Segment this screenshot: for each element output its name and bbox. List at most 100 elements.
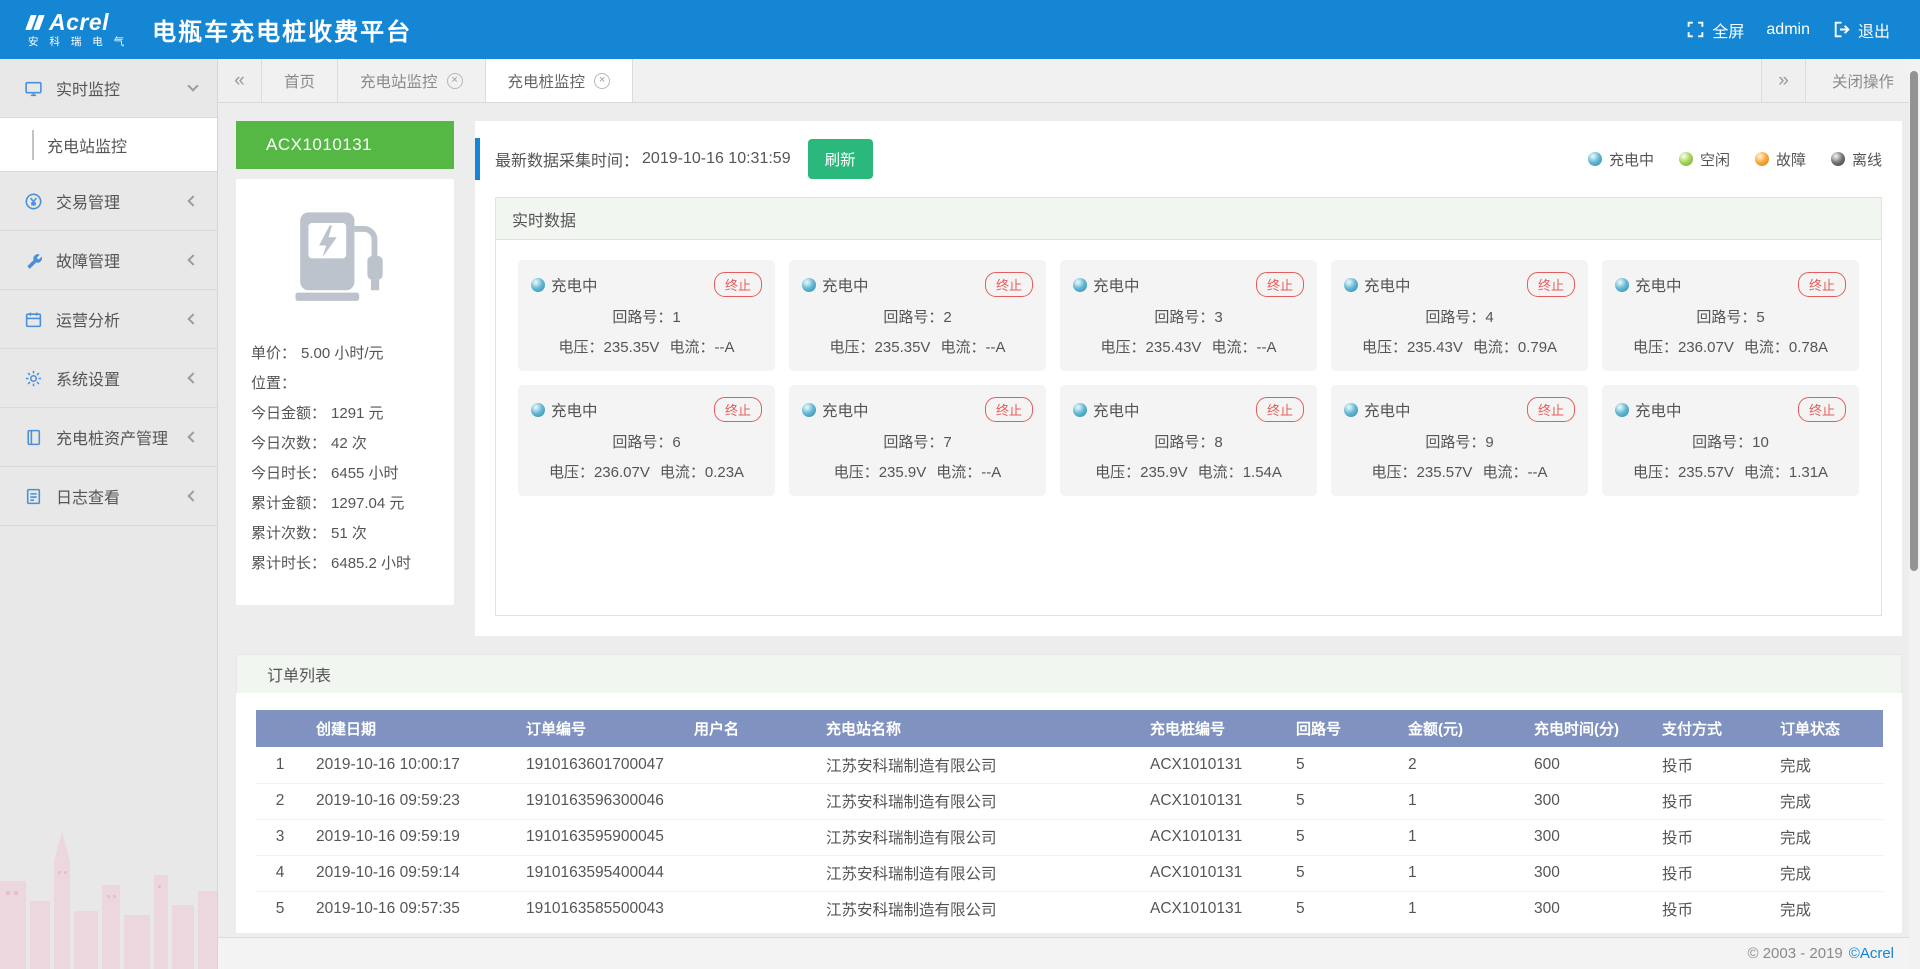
tab-close-icon[interactable]: ×	[447, 73, 463, 89]
tabs-scroll-left-button[interactable]: «	[218, 59, 262, 102]
stat-total-duration: 累计时长：6485.2 小时	[251, 549, 439, 579]
terminate-button[interactable]: 终止	[1256, 397, 1304, 422]
chevron-left-icon	[187, 195, 198, 206]
page-title: 电瓶车充电桩收费平台	[152, 12, 412, 47]
realtime-data-title: 实时数据	[496, 198, 1881, 240]
stat-total-amount: 累计金额：1297.04 元	[251, 489, 439, 519]
settings-icon	[24, 369, 43, 388]
close-operations-button[interactable]: 关闭操作	[1805, 59, 1920, 102]
content-area: ACX1010131	[218, 103, 1920, 969]
accent-bar	[475, 138, 480, 180]
col-user: 用户名	[682, 710, 814, 747]
sidebar-item-fault-management[interactable]: 故障管理	[0, 231, 217, 290]
col-station: 充电站名称	[814, 710, 1138, 747]
channel-card-1: 充电中 终止 回路号：1 电压：235.35V电流：--A	[518, 260, 775, 371]
acrel-logo: Acrel 安 科 瑞 电 气	[28, 11, 128, 48]
refresh-button[interactable]: 刷新	[808, 139, 873, 179]
legend-charging: 充电中	[1588, 149, 1654, 170]
username[interactable]: admin	[1766, 21, 1810, 39]
tab-station-monitor[interactable]: 充电站监控 ×	[338, 59, 486, 102]
tab-pile-monitor[interactable]: 充电桩监控 ×	[486, 59, 634, 102]
sidebar-item-pile-asset-management[interactable]: 充电桩资产管理	[0, 408, 217, 467]
tab-home[interactable]: 首页	[262, 59, 338, 102]
asset-icon	[24, 428, 43, 447]
logo-text: Acrel	[49, 11, 109, 34]
channel-card-9: 充电中 终止 回路号：9 电压：235.57V电流：--A	[1331, 385, 1588, 496]
legend-offline: 离线	[1831, 149, 1882, 170]
channel-card-6: 充电中 终止 回路号：6 电压：236.07V电流：0.23A	[518, 385, 775, 496]
acrel-link[interactable]: ©Acrel	[1849, 945, 1894, 962]
device-id: ACX1010131	[236, 121, 454, 169]
logout-button[interactable]: 退出	[1832, 18, 1890, 42]
chevron-left-icon	[187, 372, 198, 383]
terminate-button[interactable]: 终止	[985, 397, 1033, 422]
sidebar-item-realtime-monitor[interactable]: 实时监控	[0, 59, 217, 118]
channel-card-7: 充电中 终止 回路号：7 电压：235.9V电流：--A	[789, 385, 1046, 496]
orders-header-row: 创建日期 订单编号 用户名 充电站名称 充电桩编号 回路号 金额(元) 充电时间…	[256, 710, 1883, 747]
col-amount: 金额(元)	[1396, 710, 1522, 747]
channel-card-5: 充电中 终止 回路号：5 电压：236.07V电流：0.78A	[1602, 260, 1859, 371]
charging-status-dot	[1615, 403, 1629, 417]
orders-title: 订单列表	[236, 654, 1902, 693]
acrel-logo-mark-icon	[28, 15, 44, 30]
sidebar-item-transaction-management[interactable]: 交易管理	[0, 172, 217, 231]
terminate-button[interactable]: 终止	[1256, 272, 1304, 297]
device-card: 单价：5.00 小时/元 位置： 今日金额：1291 元 今日次数：42 次 今…	[236, 179, 454, 605]
vertical-scrollbar[interactable]	[1909, 59, 1920, 969]
charging-status-dot	[802, 403, 816, 417]
terminate-button[interactable]: 终止	[714, 397, 762, 422]
transaction-icon	[24, 192, 43, 211]
tabbar-spacer	[633, 59, 1761, 102]
stat-today-duration: 今日时长：6455 小时	[251, 459, 439, 489]
tabs-scroll-right-button[interactable]: »	[1761, 59, 1805, 102]
offline-dot-icon	[1831, 152, 1845, 166]
fullscreen-icon	[1686, 20, 1705, 39]
charging-status-dot	[1344, 278, 1358, 292]
col-created: 创建日期	[304, 710, 514, 747]
terminate-button[interactable]: 终止	[1527, 397, 1575, 422]
terminate-button[interactable]: 终止	[1798, 272, 1846, 297]
sidebar-item-operation-analysis[interactable]: 运营分析	[0, 290, 217, 349]
terminate-button[interactable]: 终止	[1527, 272, 1575, 297]
device-stats: 单价：5.00 小时/元 位置： 今日金额：1291 元 今日次数：42 次 今…	[236, 339, 454, 579]
analysis-icon	[24, 310, 43, 329]
terminate-button[interactable]: 终止	[714, 272, 762, 297]
tab-close-icon[interactable]: ×	[594, 73, 610, 89]
sidebar-item-system-settings[interactable]: 系统设置	[0, 349, 217, 408]
channel-card-10: 充电中 终止 回路号：10 电压：235.57V电流：1.31A	[1602, 385, 1859, 496]
terminate-button[interactable]: 终止	[985, 272, 1033, 297]
fault-dot-icon	[1755, 152, 1769, 166]
log-icon	[24, 487, 43, 506]
chevron-left-icon	[187, 313, 198, 324]
scrollbar-thumb[interactable]	[1910, 71, 1918, 571]
cityscape-decoration	[0, 819, 218, 969]
logout-icon	[1832, 20, 1851, 39]
stat-today-count: 今日次数：42 次	[251, 429, 439, 459]
legend-fault: 故障	[1755, 149, 1806, 170]
status-legend: 充电中 空闲 故障 离线	[1588, 149, 1882, 170]
realtime-monitor-icon	[24, 79, 43, 98]
fault-icon	[24, 251, 43, 270]
stat-unit-price: 单价：5.00 小时/元	[251, 339, 439, 369]
charging-status-dot	[1073, 403, 1087, 417]
fullscreen-button[interactable]: 全屏	[1686, 18, 1744, 42]
charging-pile-icon	[236, 203, 454, 315]
order-row: 12019-10-16 10:00:171910163601700047江苏安科…	[256, 747, 1883, 783]
terminate-button[interactable]: 终止	[1798, 397, 1846, 422]
channel-card-2: 充电中 终止 回路号：2 电压：235.35V电流：--A	[789, 260, 1046, 371]
order-row: 52019-10-16 09:57:351910163585500043江苏安科…	[256, 891, 1883, 927]
collect-time: 2019-10-16 10:31:59	[642, 150, 791, 168]
realtime-data-box: 实时数据 充电中 终止 回路号：1 电压：2	[495, 197, 1882, 616]
sidebar-submenu: 充电站监控	[0, 118, 217, 172]
col-status: 订单状态	[1768, 710, 1883, 747]
col-circuit: 回路号	[1284, 710, 1396, 747]
sidebar-item-log-view[interactable]: 日志查看	[0, 467, 217, 526]
monitor-panel: 最新数据采集时间： 2019-10-16 10:31:59 刷新 充电中 空闲 …	[475, 121, 1902, 636]
col-order-no: 订单编号	[514, 710, 682, 747]
charging-status-dot	[1073, 278, 1087, 292]
col-pile: 充电桩编号	[1138, 710, 1284, 747]
sidebar-subitem-station-monitor[interactable]: 充电站监控	[0, 118, 217, 171]
chevron-left-icon	[187, 254, 198, 265]
top-header: Acrel 安 科 瑞 电 气 电瓶车充电桩收费平台 全屏 admin 退出	[0, 0, 1920, 59]
charging-status-dot	[802, 278, 816, 292]
